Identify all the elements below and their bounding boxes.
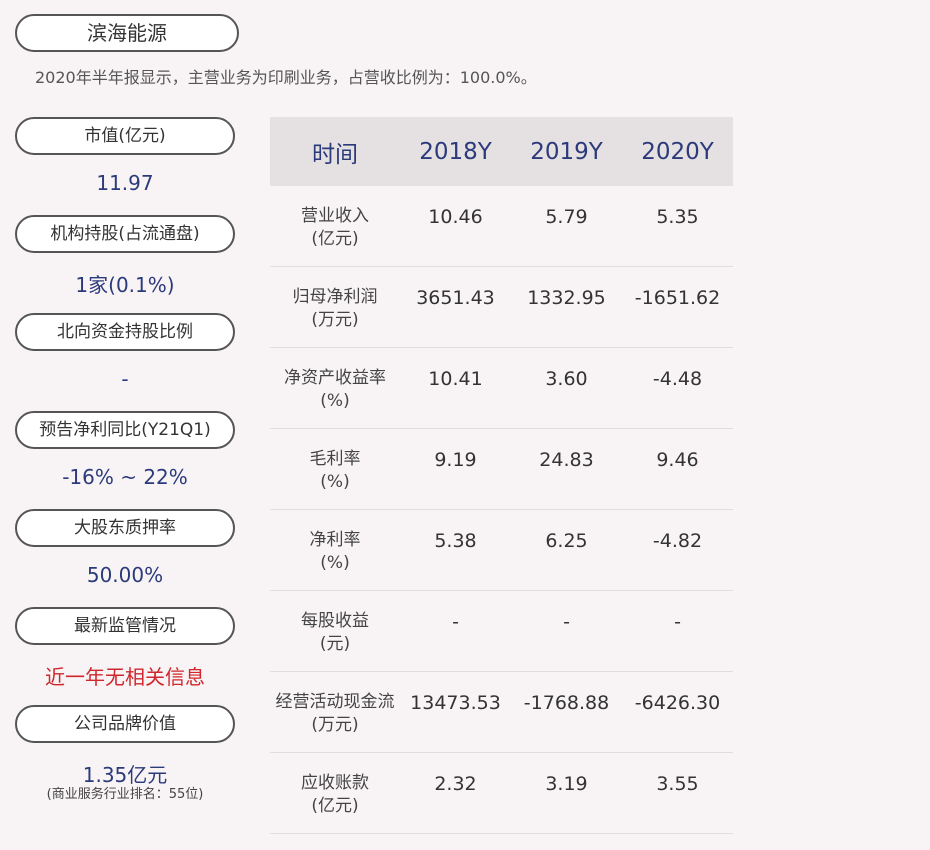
metric-value-pledge: 50.00% — [86, 563, 164, 587]
cell-value: 3.55 — [656, 773, 699, 795]
metric-value-forecast: -16% ~ 22% — [62, 465, 188, 489]
cell-value: -4.48 — [652, 368, 703, 390]
table-header: 时间 2018Y 2019Y 2020Y — [270, 117, 733, 186]
row-label: 归母净利润 (万元) — [292, 287, 378, 330]
cell-value: -1768.88 — [523, 692, 610, 714]
cell-value: 3651.43 — [416, 287, 495, 309]
row-label: 净利率 (%) — [309, 530, 361, 573]
metric-label-forecast: 预告净利同比(Y21Q1) — [15, 411, 235, 449]
cell-value: - — [674, 611, 681, 633]
row-label: 营业收入 (亿元) — [301, 206, 369, 249]
row-label: 经营活动现金流 (万元) — [275, 692, 395, 735]
header-2018: 2018Y — [419, 138, 492, 165]
metric-label-market-cap: 市值(亿元) — [15, 117, 235, 155]
metric-value-market-cap: 11.97 — [96, 171, 154, 195]
metric-label-brand: 公司品牌价值 — [15, 705, 235, 743]
cell-value: - — [563, 611, 570, 633]
cell-value: 5.38 — [434, 530, 477, 552]
cell-value: 13473.53 — [410, 692, 501, 714]
metric-label-northbound: 北向资金持股比例 — [15, 313, 235, 351]
cell-value: 6.25 — [545, 530, 588, 552]
header-time: 时间 — [312, 141, 358, 168]
metric-label-pledge: 大股东质押率 — [15, 509, 235, 547]
cell-value: 1332.95 — [527, 287, 606, 309]
table-row: 应收账款 (亿元) 2.32 3.19 3.55 — [270, 753, 733, 834]
cell-value: - — [452, 611, 459, 633]
business-summary: 2020年半年报显示，主营业务为印刷业务，占营收比例为：100.0%。 — [35, 68, 537, 87]
row-label: 应收账款 (亿元) — [301, 773, 369, 816]
table-row: 净利率 (%) 5.38 6.25 -4.82 — [270, 510, 733, 591]
metric-value-northbound: - — [121, 367, 129, 391]
cell-value: 9.46 — [656, 449, 699, 471]
cell-value: 5.35 — [656, 206, 699, 228]
cell-value: 10.41 — [428, 368, 483, 390]
table-row: 毛利率 (%) 9.19 24.83 9.46 — [270, 429, 733, 510]
cell-value: 9.19 — [434, 449, 477, 471]
cell-value: 24.83 — [539, 449, 594, 471]
cell-value: 5.79 — [545, 206, 588, 228]
header-2019: 2019Y — [530, 138, 603, 165]
header-2020: 2020Y — [641, 138, 714, 165]
cell-value: -1651.62 — [634, 287, 721, 309]
row-label: 毛利率 (%) — [309, 449, 361, 492]
cell-value: 3.19 — [545, 773, 588, 795]
metric-label-regulation: 最新监管情况 — [15, 607, 235, 645]
row-label: 每股收益 (元) — [301, 611, 369, 654]
metric-value-regulation: 近一年无相关信息 — [45, 665, 205, 689]
cell-value: 2.32 — [434, 773, 477, 795]
financial-table: 时间 2018Y 2019Y 2020Y 营业收入 (亿元) 10.46 5.79… — [270, 117, 733, 834]
metric-note-brand: (商业服务行业排名：55位) — [46, 787, 204, 802]
table-row: 经营活动现金流 (万元) 13473.53 -1768.88 -6426.30 — [270, 672, 733, 753]
table-row: 归母净利润 (万元) 3651.43 1332.95 -1651.62 — [270, 267, 733, 348]
row-label: 净资产收益率 (%) — [284, 368, 386, 411]
table-row: 每股收益 (元) - - - — [270, 591, 733, 672]
table-row: 营业收入 (亿元) 10.46 5.79 5.35 — [270, 186, 733, 267]
cell-value: -6426.30 — [634, 692, 721, 714]
metric-value-institutional: 1家(0.1%) — [75, 273, 175, 297]
cell-value: -4.82 — [652, 530, 703, 552]
table-row: 净资产收益率 (%) 10.41 3.60 -4.48 — [270, 348, 733, 429]
cell-value: 3.60 — [545, 368, 588, 390]
metric-label-institutional: 机构持股(占流通盘) — [15, 215, 235, 253]
cell-value: 10.46 — [428, 206, 483, 228]
company-name: 滨海能源 — [15, 14, 239, 52]
